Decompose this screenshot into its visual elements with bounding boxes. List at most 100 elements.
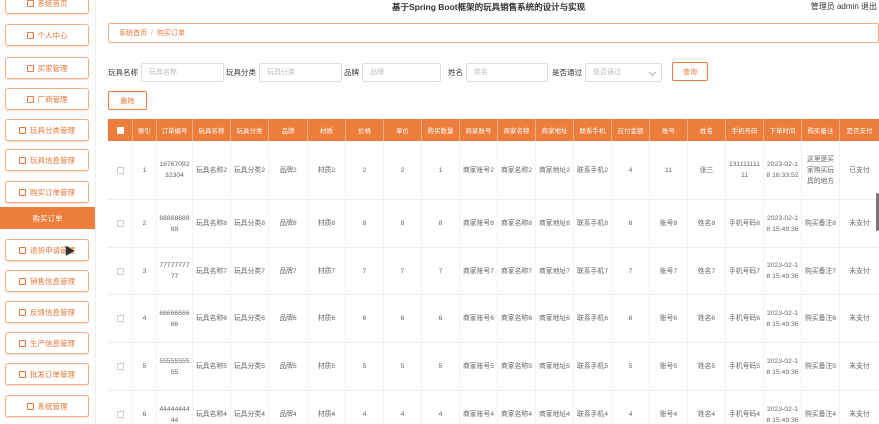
name-filter: 姓名 姓名 (448, 62, 548, 82)
table-cell: 1 (133, 141, 157, 199)
table-row[interactable]: 2 8888888888 玩具名称8 玩具分类8 品牌8 材质8 8 8 8 商家账号8 商家名称8… (108, 200, 879, 248)
user-info[interactable]: 管理员 admin 退出 (811, 1, 877, 12)
breadcrumb-home[interactable]: 系统首页 (119, 28, 147, 38)
factory-icon (26, 95, 34, 103)
table-cell: 张三 (688, 141, 726, 199)
table-header-cell: 账号 (650, 119, 688, 141)
table-cell: 4 (422, 391, 460, 424)
breadcrumb: 系统首页 / 购买订单 (108, 23, 879, 43)
table-row[interactable]: 6 4444444444 玩具名称4 玩具分类4 品牌4 材质4 4 4 4 商家账号4 商家名称4… (108, 391, 879, 424)
sidebar-item-label: 玩具分类管理 (30, 125, 75, 135)
table-header-cell: 索引 (133, 119, 157, 141)
checkbox-icon[interactable] (116, 267, 124, 275)
table-cell: 品牌6 (269, 295, 308, 342)
table-row[interactable]: 3 7777777777 玩具名称7 玩具分类7 品牌7 材质7 7 7 7 商家账号7 商家名称7… (108, 248, 879, 295)
row-checkbox-cell[interactable] (108, 295, 133, 342)
table-header-cell: 材质 (308, 119, 346, 141)
table-cell: 商家地址6 (536, 295, 574, 342)
grid-icon (19, 370, 26, 378)
table-header-cell: 单价 (384, 119, 422, 141)
table-cell: 玩具名称6 (193, 295, 231, 342)
table-cell: 2 (384, 141, 422, 199)
table-row[interactable]: 4 6666666666 玩具名称6 玩具分类6 品牌6 材质6 6 6 6 商家账号6 商家名称6… (108, 295, 879, 343)
breadcrumb-current: 购买订单 (156, 30, 185, 37)
table-cell: 玩具名称7 (193, 248, 231, 294)
table-cell: 账号6 (650, 295, 688, 342)
sidebar-item[interactable]: 厂商管理 (5, 88, 89, 110)
sidebar-item[interactable]: 生产信息管理 (5, 332, 89, 354)
sidebar-item[interactable]: 买家管理 (5, 57, 89, 79)
sidebar-item[interactable]: 玩具信息管理 (5, 149, 89, 171)
toy-category-input[interactable]: 玩具分类 (259, 62, 342, 82)
toy-name-input[interactable]: 玩具名称 (141, 62, 224, 82)
table-header-cell: 商家名称 (498, 119, 536, 141)
app-title: 基于Spring Boot框架的玩具销售系统的设计与实现 (392, 2, 586, 12)
brand-input[interactable]: 品牌 (362, 62, 441, 82)
row-checkbox-cell[interactable] (108, 343, 133, 390)
sidebar-item[interactable]: 反馈信息管理 (5, 301, 89, 323)
sidebar-item[interactable]: 退货申请管理 (5, 239, 89, 261)
sidebar-item[interactable]: 批发订单管理 (5, 363, 89, 385)
sidebar-item[interactable]: 销售信息管理 (5, 270, 89, 292)
checkbox-icon[interactable] (116, 166, 124, 174)
table-cell: 联系手机5 (574, 343, 612, 390)
table-cell: 材质2 (308, 141, 346, 199)
table-cell: 材质6 (308, 295, 346, 342)
table-cell: 7 (384, 248, 422, 294)
table-cell: 2023-02-18 15:49:36 (764, 343, 802, 390)
checkbox-icon[interactable] (116, 126, 124, 134)
sidebar-item[interactable]: 购买订单 (0, 207, 95, 229)
table-cell: 8 (346, 200, 384, 247)
sidebar: 系统首页个人中心买家管理厂商管理玩具分类管理玩具信息管理 购买订单管理 购买订单退货… (0, 0, 96, 424)
sidebar-item[interactable]: 系统首页 (5, 0, 89, 14)
checkbox-icon[interactable] (116, 315, 124, 322)
box-icon (19, 156, 26, 164)
table-cell: 手机号码7 (726, 248, 764, 294)
sidebar-item[interactable]: 个人中心 (5, 24, 89, 46)
table-header-cell: 姓名 (688, 119, 726, 141)
sidebar-item[interactable]: 玩具分类管理 (5, 119, 89, 141)
table-cell: 账号5 (650, 343, 688, 390)
select-all-checkbox[interactable] (108, 119, 133, 141)
table-cell: 联系手机8 (574, 200, 612, 247)
table-cell: 商家地址5 (536, 343, 574, 390)
table-cell: 材质8 (308, 200, 346, 247)
table-row[interactable]: 5 5555555555 玩具名称5 玩具分类5 品牌5 材质5 5 5 5 商家账号5 商家名称5… (108, 343, 879, 391)
table-cell: 商家账号8 (460, 200, 498, 247)
table-cell: 姓名6 (688, 295, 726, 342)
delete-button[interactable]: 删除 (108, 91, 147, 110)
sidebar-item[interactable]: 购买订单管理 (5, 181, 89, 203)
row-checkbox-cell[interactable] (108, 141, 133, 199)
table-cell: 未支付 (840, 248, 879, 294)
grid-icon (19, 277, 26, 285)
row-checkbox-cell[interactable] (108, 248, 133, 294)
table-header-cell: 玩具名称 (193, 119, 231, 141)
table-cell: 3 (133, 248, 157, 294)
table-cell: 11 (650, 141, 688, 199)
home-icon (26, 0, 34, 7)
checkbox-icon[interactable] (116, 363, 124, 370)
table-cell: 4 (346, 391, 384, 424)
sidebar-item[interactable]: 系统管理 (5, 395, 89, 417)
search-button[interactable]: 查询 (672, 62, 708, 81)
table-cell: 5 (612, 343, 650, 390)
approved-select[interactable]: 是否通过 (585, 62, 662, 82)
approved-select-placeholder: 是否通过 (593, 69, 621, 76)
table-cell: 购买备注4 (802, 391, 840, 424)
sidebar-item-label: 买家管理 (37, 63, 68, 73)
table-row[interactable]: 1 1676709232304 玩具名称2 玩具分类2 品牌2 材质2 2 2 1 商家账号2 商家… (108, 141, 879, 200)
user-icon (26, 31, 34, 39)
row-checkbox-cell[interactable] (108, 200, 133, 247)
name-input[interactable]: 姓名 (466, 62, 548, 82)
row-checkbox-cell[interactable] (108, 391, 133, 424)
checkbox-icon[interactable] (116, 220, 124, 227)
table-cell: 商家账号2 (460, 141, 498, 199)
checkbox-icon[interactable] (116, 411, 124, 418)
toy-category-filter: 玩具分类 玩具分类 (226, 62, 342, 82)
table-cell: 未支付 (840, 200, 879, 247)
table-cell: 姓名8 (688, 200, 726, 247)
table-header-cell: 下单时间 (764, 119, 802, 141)
box-icon (19, 308, 26, 316)
table-cell: 5 (133, 343, 157, 390)
toy-name-filter: 玩具名称 玩具名称 (108, 62, 224, 82)
